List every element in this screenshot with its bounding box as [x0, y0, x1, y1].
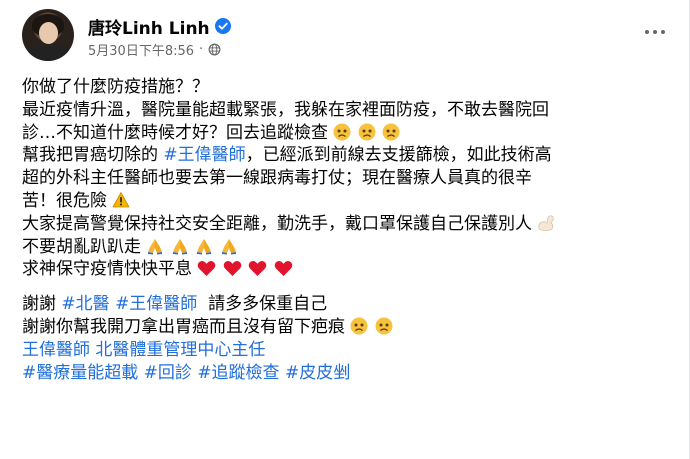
- post-line: 求神保守疫情快快平息: [22, 258, 672, 281]
- folded-hands-emoji: [172, 238, 187, 255]
- post-meta: 5月30日下午8:56 ·: [88, 40, 221, 59]
- profile-link[interactable]: 王偉醫師 北醫體重管理中心主任: [22, 340, 265, 360]
- post-line: 苦！很危險: [22, 190, 672, 213]
- red-heart-emoji: [198, 261, 216, 277]
- post-line: 大家提高警覺保持社交安全距離，勤洗手，戴口罩保護自己保護別人: [22, 213, 672, 236]
- more-dot: [661, 30, 665, 34]
- post-text: ，已經派到前線去支援篩檢，如此技術高: [245, 145, 552, 166]
- post-text: 超的外科主任醫師也要去第一線跟病毒打仗；現在醫療人員真的很辛: [22, 168, 532, 189]
- post-text: 請多多保重自己: [197, 294, 328, 315]
- verified-badge-icon: [214, 18, 231, 34]
- post-text: 最近疫情升溫，醫院量能超載緊張，我躲在家裡面防疫，不敢去醫院回: [22, 99, 549, 120]
- post-line: 不要胡亂趴趴走: [22, 236, 672, 259]
- hashtag-link[interactable]: #王偉醫師: [115, 294, 197, 314]
- flexed-biceps-emoji: [538, 215, 555, 231]
- post-line: 幫我把胃癌切除的 #王偉醫師，已經派到前線去支援篩檢，如此技術高: [22, 144, 672, 167]
- post-text: 謝謝你幫我開刀拿出胃癌而且沒有留下疤痕: [22, 316, 345, 337]
- post-text: 大家提高警覺保持社交安全距離，勤洗手，戴口罩保護自己保護別人: [22, 213, 532, 234]
- author-name[interactable]: 唐玲Linh Linh: [88, 14, 210, 39]
- post-line: 謝謝 #北醫 #王偉醫師 請多多保重自己: [22, 293, 672, 316]
- hashtag-link[interactable]: #皮皮剉: [285, 363, 350, 383]
- post-header: 唐玲Linh Linh 5月30日下午8:56 ·: [22, 9, 672, 61]
- hashtag-link[interactable]: #醫療量能超載: [22, 363, 138, 383]
- post-text: 求神保守疫情快快平息: [22, 259, 192, 280]
- meta-separator: ·: [199, 41, 204, 57]
- warning-emoji: [113, 192, 130, 208]
- red-heart-emoji: [274, 261, 292, 277]
- post-text: 你做了什麼防疫措施？？: [22, 77, 209, 97]
- sad-face-emoji: [333, 123, 351, 141]
- more-dot: [653, 30, 657, 34]
- post-line: 最近疫情升溫，醫院量能超載緊張，我躲在家裡面防疫，不敢去醫院回: [22, 99, 672, 122]
- folded-hands-emoji: [221, 238, 236, 255]
- post-text: 不要胡亂趴趴走: [22, 236, 141, 257]
- avatar-face: [39, 22, 58, 44]
- red-heart-emoji: [223, 261, 242, 277]
- post-line: #醫療量能超載 #回診 #追蹤檢查 #皮皮剉: [22, 362, 672, 385]
- sad-face-emoji: [350, 317, 368, 335]
- post-timestamp[interactable]: 5月30日下午8:56: [88, 40, 194, 59]
- post-text: 幫我把胃癌切除的: [22, 145, 164, 166]
- author-avatar[interactable]: [22, 9, 74, 61]
- sad-face-emoji: [358, 123, 376, 141]
- post-text: 診…不知道什麼時候才好？回去追蹤檢查: [22, 122, 328, 143]
- author-row: 唐玲Linh Linh: [88, 14, 231, 39]
- hashtag-link[interactable]: #回診: [144, 363, 192, 383]
- post-line: 你做了什麼防疫措施？？: [22, 76, 672, 99]
- post-body: 你做了什麼防疫措施？？ 最近疫情升溫，醫院量能超載緊張，我躲在家裡面防疫，不敢去…: [22, 76, 672, 384]
- post-line: 謝謝你幫我開刀拿出胃癌而且沒有留下疤痕: [22, 316, 672, 339]
- folded-hands-emoji: [148, 238, 163, 255]
- sad-face-emoji: [382, 123, 400, 141]
- more-options-icon[interactable]: [640, 21, 670, 43]
- red-heart-emoji: [248, 261, 267, 277]
- post-line: 診…不知道什麼時候才好？回去追蹤檢查: [22, 122, 672, 145]
- hashtag-link[interactable]: #王偉醫師: [163, 145, 245, 165]
- post-card: 唐玲Linh Linh 5月30日下午8:56 · 你做了什麼防疫措施？？ 最近…: [0, 0, 690, 459]
- hashtag-link[interactable]: #北醫: [61, 294, 109, 314]
- hashtag-link[interactable]: #追蹤檢查: [197, 363, 279, 383]
- post-text: 謝謝: [22, 294, 62, 315]
- post-line: 超的外科主任醫師也要去第一線跟病毒打仗；現在醫療人員真的很辛: [22, 167, 672, 190]
- sad-face-emoji: [375, 317, 393, 335]
- folded-hands-emoji: [197, 238, 212, 255]
- post-line: 王偉醫師 北醫體重管理中心主任: [22, 339, 672, 362]
- post-text: 苦！很危險: [22, 190, 107, 211]
- avatar-shirt: [28, 45, 70, 61]
- more-dot: [645, 30, 649, 34]
- globe-icon[interactable]: [208, 43, 221, 56]
